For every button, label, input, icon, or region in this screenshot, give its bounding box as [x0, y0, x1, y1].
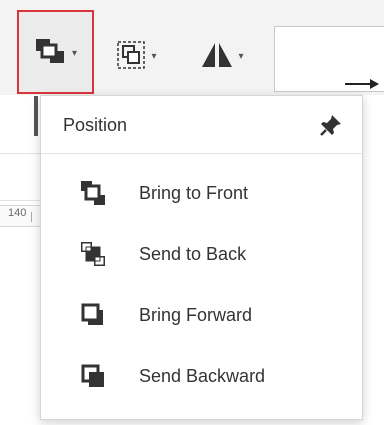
group-icon: [117, 41, 146, 69]
position-dropdown: Position Bring to Front Send to Back Bri…: [40, 95, 363, 420]
send-to-back-icon: [81, 242, 105, 266]
toolbar: ▾ ▾ ▾: [0, 0, 384, 95]
dropdown-caret: ▾: [151, 51, 157, 62]
bring-to-front-icon: [81, 181, 105, 205]
group-button[interactable]: ▾: [108, 15, 164, 95]
dropdown-caret: ▾: [238, 51, 244, 62]
ruler-label: 140: [8, 207, 27, 219]
pin-icon[interactable]: [318, 112, 344, 138]
arrow-head: [370, 79, 379, 89]
menu-item-label: Bring to Front: [139, 183, 249, 203]
dropdown-caret: ▾: [71, 48, 78, 59]
flip-button[interactable]: ▾: [190, 15, 254, 95]
menu-item-send-backward[interactable]: Send Backward: [41, 347, 362, 405]
bring-to-front-icon: [35, 39, 64, 63]
menu-item-bring-to-front[interactable]: Bring to Front: [41, 164, 362, 222]
menu-item-send-to-back[interactable]: Send to Back: [41, 225, 362, 283]
menu-item-label: Send to Back: [139, 244, 247, 264]
send-backward-icon: [81, 364, 104, 387]
position-button[interactable]: ▾: [17, 10, 94, 94]
ruler-tick: [31, 212, 32, 222]
flip-icon: [202, 43, 233, 67]
menu-item-label: Send Backward: [139, 366, 266, 386]
divider: [0, 153, 40, 154]
cursor-line: [34, 96, 38, 136]
menu-item-label: Bring Forward: [139, 305, 253, 325]
menu-item-bring-forward[interactable]: Bring Forward: [41, 286, 362, 344]
dropdown-title: Position: [63, 115, 128, 135]
dropdown-header: Position: [41, 96, 362, 154]
divider: [0, 200, 40, 201]
bring-forward-icon: [81, 303, 103, 325]
